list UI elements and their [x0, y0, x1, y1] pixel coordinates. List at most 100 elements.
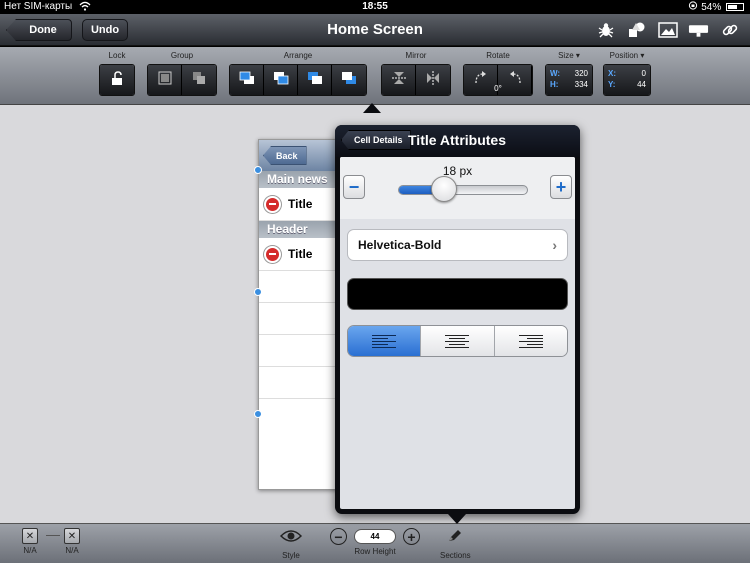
shapes-icon[interactable]	[626, 20, 647, 40]
align-center-icon	[445, 334, 470, 348]
group-label: Group	[170, 51, 194, 60]
link-line	[46, 535, 60, 536]
na-label: N/A	[23, 546, 37, 555]
cell-details-back-button[interactable]: Cell Details	[341, 130, 411, 150]
rotate-group: Rotate 0°	[463, 51, 533, 96]
table-row[interactable]: Title	[259, 188, 347, 221]
width-value: 320	[574, 69, 588, 78]
popover-title: Title Attributes	[408, 132, 507, 148]
send-backward-button[interactable]	[298, 65, 332, 95]
na-item-2[interactable]: ✕ N/A	[64, 528, 80, 555]
bottom-toolbar: ✕ N/A ✕ N/A Style − 44 + Row Height Sect…	[0, 523, 750, 563]
ungroup-button[interactable]	[182, 65, 216, 95]
image-icon[interactable]	[657, 20, 678, 40]
attribute-toolbar: Lock Group Arrange Mirror Rotate 0° Size…	[0, 47, 750, 105]
section-header-header[interactable]: Header	[259, 221, 347, 238]
na-item-1[interactable]: ✕ N/A	[22, 528, 38, 555]
group-group: Group	[147, 51, 217, 96]
align-right-button[interactable]	[494, 326, 567, 356]
mirror-horizontal-button[interactable]	[416, 65, 450, 95]
lock-label: Lock	[108, 51, 126, 60]
resize-handle-top[interactable]	[254, 166, 262, 174]
clock: 18:55	[362, 1, 388, 12]
size-group: Size ▾ W: 320 H: 334	[545, 51, 593, 96]
battery-level	[728, 5, 737, 9]
arrange-group: Arrange	[229, 51, 367, 96]
empty-row	[259, 303, 347, 335]
table-row[interactable]: Title	[259, 238, 347, 271]
keyboard-icon[interactable]	[688, 20, 709, 40]
unlock-icon	[109, 70, 125, 91]
title-attributes-popover: Cell Details Title Attributes 18 px − + …	[335, 125, 580, 514]
group-button[interactable]	[148, 65, 182, 95]
row-height-decrease-button[interactable]: −	[330, 528, 347, 545]
send-backward-icon	[306, 70, 324, 91]
size-readout[interactable]: W: 320 H: 334	[546, 65, 592, 95]
bring-forward-button[interactable]	[264, 65, 298, 95]
increase-size-button[interactable]: +	[550, 175, 572, 199]
ungroup-icon	[191, 70, 207, 91]
x-axis-label: X:	[608, 69, 616, 78]
font-size-label: 18 px	[442, 164, 473, 178]
align-left-icon	[372, 334, 397, 348]
chevron-right-icon: ›	[552, 237, 557, 253]
na-label: N/A	[65, 546, 79, 555]
height-axis-label: H:	[550, 80, 559, 89]
delete-icon[interactable]	[264, 195, 281, 213]
pencil-icon	[446, 528, 464, 549]
size-label[interactable]: Size ▾	[545, 51, 593, 60]
popover-pointer	[448, 514, 466, 524]
section-header-main-news[interactable]: Main news	[259, 171, 347, 188]
top-nav-bar: Done Undo Home Screen	[0, 14, 750, 46]
link-icon[interactable]	[719, 20, 740, 40]
row-height-increase-button[interactable]: +	[403, 528, 420, 545]
align-right-icon	[518, 334, 543, 348]
row-height-control: − 44 + Row Height	[330, 528, 420, 556]
unlock-button[interactable]	[100, 65, 134, 95]
battery-icon	[726, 3, 744, 11]
font-name: Helvetica-Bold	[358, 238, 442, 252]
sections-item[interactable]: Sections	[440, 528, 471, 560]
height-value: 334	[574, 80, 588, 89]
empty-row	[259, 335, 347, 367]
phone-back-button[interactable]: Back	[263, 146, 307, 165]
bring-to-front-icon	[238, 70, 256, 91]
bring-to-front-button[interactable]	[230, 65, 264, 95]
y-axis-label: Y:	[608, 80, 616, 89]
style-item[interactable]: Style	[279, 528, 303, 560]
mirror-label: Mirror	[405, 51, 427, 60]
position-group: Position ▾ X: 0 Y: 44	[603, 51, 651, 96]
align-left-button[interactable]	[348, 326, 422, 356]
rotation-lock-icon	[688, 1, 701, 13]
style-label: Style	[282, 551, 300, 560]
delete-icon[interactable]	[264, 245, 281, 263]
text-color-swatch[interactable]	[347, 278, 568, 310]
send-to-back-icon	[340, 70, 358, 91]
row-height-field[interactable]: 44	[354, 529, 396, 544]
send-to-back-button[interactable]	[332, 65, 366, 95]
slider-thumb[interactable]	[430, 176, 457, 202]
row-height-label: Row Height	[354, 547, 396, 556]
popover-arrow	[363, 103, 381, 113]
font-size-slider[interactable]	[398, 185, 528, 195]
rotate-label: Rotate	[486, 51, 510, 60]
mirror-horizontal-icon	[425, 70, 441, 91]
resize-handle-bottom[interactable]	[254, 410, 262, 418]
width-axis-label: W:	[550, 69, 561, 78]
mirror-vertical-button[interactable]	[382, 65, 416, 95]
font-selector[interactable]: Helvetica-Bold ›	[347, 229, 568, 261]
rotation-value: 0°	[494, 84, 502, 93]
position-label[interactable]: Position ▾	[603, 51, 651, 60]
lock-group: Lock	[99, 51, 135, 96]
decrease-size-button[interactable]: −	[343, 175, 365, 199]
bug-icon[interactable]	[595, 20, 616, 40]
mirror-vertical-icon	[391, 70, 407, 91]
battery-status: 54%	[688, 1, 744, 13]
align-center-button[interactable]	[421, 326, 495, 356]
row-title: Title	[288, 197, 313, 211]
position-readout[interactable]: X: 0 Y: 44	[604, 65, 650, 95]
popover-body: 18 px − + Helvetica-Bold ›	[340, 157, 575, 509]
y-value: 44	[637, 80, 646, 89]
resize-handle-middle[interactable]	[254, 288, 262, 296]
sections-label: Sections	[440, 551, 471, 560]
